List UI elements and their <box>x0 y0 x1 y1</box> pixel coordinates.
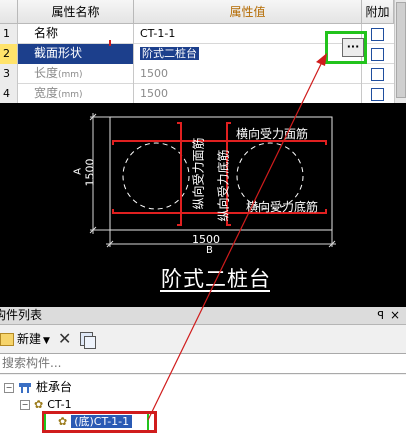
tree-node-ct1[interactable]: − ✿ CT-1 <box>20 396 72 412</box>
grid-row-width[interactable]: 4 宽度(mm) 1500 <box>0 84 394 104</box>
pin-icon[interactable]: ꟼ <box>377 307 384 324</box>
panel-title-bar: 构件列表 ꟼ × <box>0 307 406 325</box>
column-header-value[interactable]: 属性值 <box>134 0 362 24</box>
grid-row-section[interactable]: 2 截面形状 阶式二桩台 ··· <box>0 31 394 64</box>
tree-node-label: CT-1 <box>47 398 72 411</box>
column-header-attach[interactable]: 附加 <box>362 0 394 24</box>
drawing-title: 阶式二桩台 <box>161 267 271 291</box>
panel-toolbar: 新建 ▼ ✕ <box>0 326 406 352</box>
leaf-green-marker-right <box>147 414 149 430</box>
dimension-bottom-name: B <box>206 245 213 256</box>
new-button-label: 新建 <box>17 332 42 346</box>
row-number: 3 <box>0 64 18 84</box>
ellipsis-button[interactable]: ··· <box>342 38 364 57</box>
chevron-down-icon[interactable]: ▼ <box>43 336 50 346</box>
tree-node-label-selected: (底)CT-1-1 <box>71 415 133 428</box>
property-value-width[interactable]: 1500 <box>134 84 362 104</box>
property-name: 截面形状 <box>18 44 134 64</box>
pile-left <box>122 142 190 210</box>
pile-cap-icon <box>19 382 31 393</box>
leaf-green-marker <box>44 414 46 430</box>
grid-scrollbar[interactable] <box>394 0 406 103</box>
row-number: 2 <box>0 44 18 64</box>
property-grid: 属性名称 属性值 附加 1 名称 CT-1-1 2 截面形状 阶式二桩台 ···… <box>0 0 406 104</box>
label-vertical-top-bar: 纵向受力面筋 <box>191 137 206 210</box>
copy-icon[interactable] <box>80 332 96 349</box>
new-icon <box>0 333 14 346</box>
row-number: 4 <box>0 84 18 104</box>
new-button[interactable]: 新建 ▼ <box>0 330 50 348</box>
component-tree: − 桩承台 − ✿ CT-1 ✿ (底)CT-1-1 <box>0 375 406 437</box>
search-field[interactable] <box>0 353 406 374</box>
section-value-text: 阶式二桩台 <box>140 47 199 60</box>
column-header-name[interactable]: 属性名称 <box>18 0 134 24</box>
property-name-text: 宽度 <box>34 86 59 100</box>
grid-row-length[interactable]: 3 长度(mm) 1500 <box>0 64 394 84</box>
property-unit: (mm) <box>58 70 83 80</box>
search-input[interactable] <box>0 354 382 372</box>
close-icon[interactable]: × <box>390 307 400 324</box>
gear-icon: ✿ <box>58 414 68 428</box>
label-horizontal-top-bar: 横向受力面筋 <box>236 127 309 141</box>
label-horizontal-bottom-bar: 横向受力底筋 <box>246 200 319 214</box>
delete-icon[interactable]: ✕ <box>58 329 71 348</box>
panel-title: 构件列表 <box>0 308 43 322</box>
attach-checkbox[interactable] <box>371 48 384 61</box>
grid-corner <box>0 0 18 24</box>
dimension-left-name: A <box>72 168 84 175</box>
section-drawing: 横向受力面筋 横向受力底筋 纵向受力面筋 纵向受力底筋 1500 B 1500 … <box>0 103 406 307</box>
collapse-icon[interactable]: − <box>4 382 14 393</box>
property-name: 长度(mm) <box>18 64 134 84</box>
property-value-length[interactable]: 1500 <box>134 64 362 84</box>
label-vertical-bottom-bar: 纵向受力底筋 <box>216 149 231 222</box>
attach-checkbox[interactable] <box>371 68 384 81</box>
collapse-icon[interactable]: − <box>20 399 30 410</box>
tree-node-label: 桩承台 <box>36 380 73 394</box>
dimension-left-value: 1500 <box>83 158 97 187</box>
property-name-text: 长度 <box>34 66 59 80</box>
scrollbar-thumb[interactable] <box>396 2 406 98</box>
property-name: 宽度(mm) <box>18 84 134 104</box>
property-name: 名称 <box>18 24 134 44</box>
tree-node-ct1-1[interactable]: ✿ (底)CT-1-1 <box>58 413 133 429</box>
property-unit: (mm) <box>58 90 83 100</box>
row-number: 1 <box>0 24 18 44</box>
tree-node-root[interactable]: − 桩承台 <box>4 379 72 395</box>
attach-checkbox[interactable] <box>371 88 384 101</box>
attach-checkbox[interactable] <box>371 28 384 41</box>
component-list-panel: 构件列表 ꟼ × 新建▼ ✕ −桩承台 −✿CT-1 ✿(底)CT-1-1 <box>0 307 406 437</box>
